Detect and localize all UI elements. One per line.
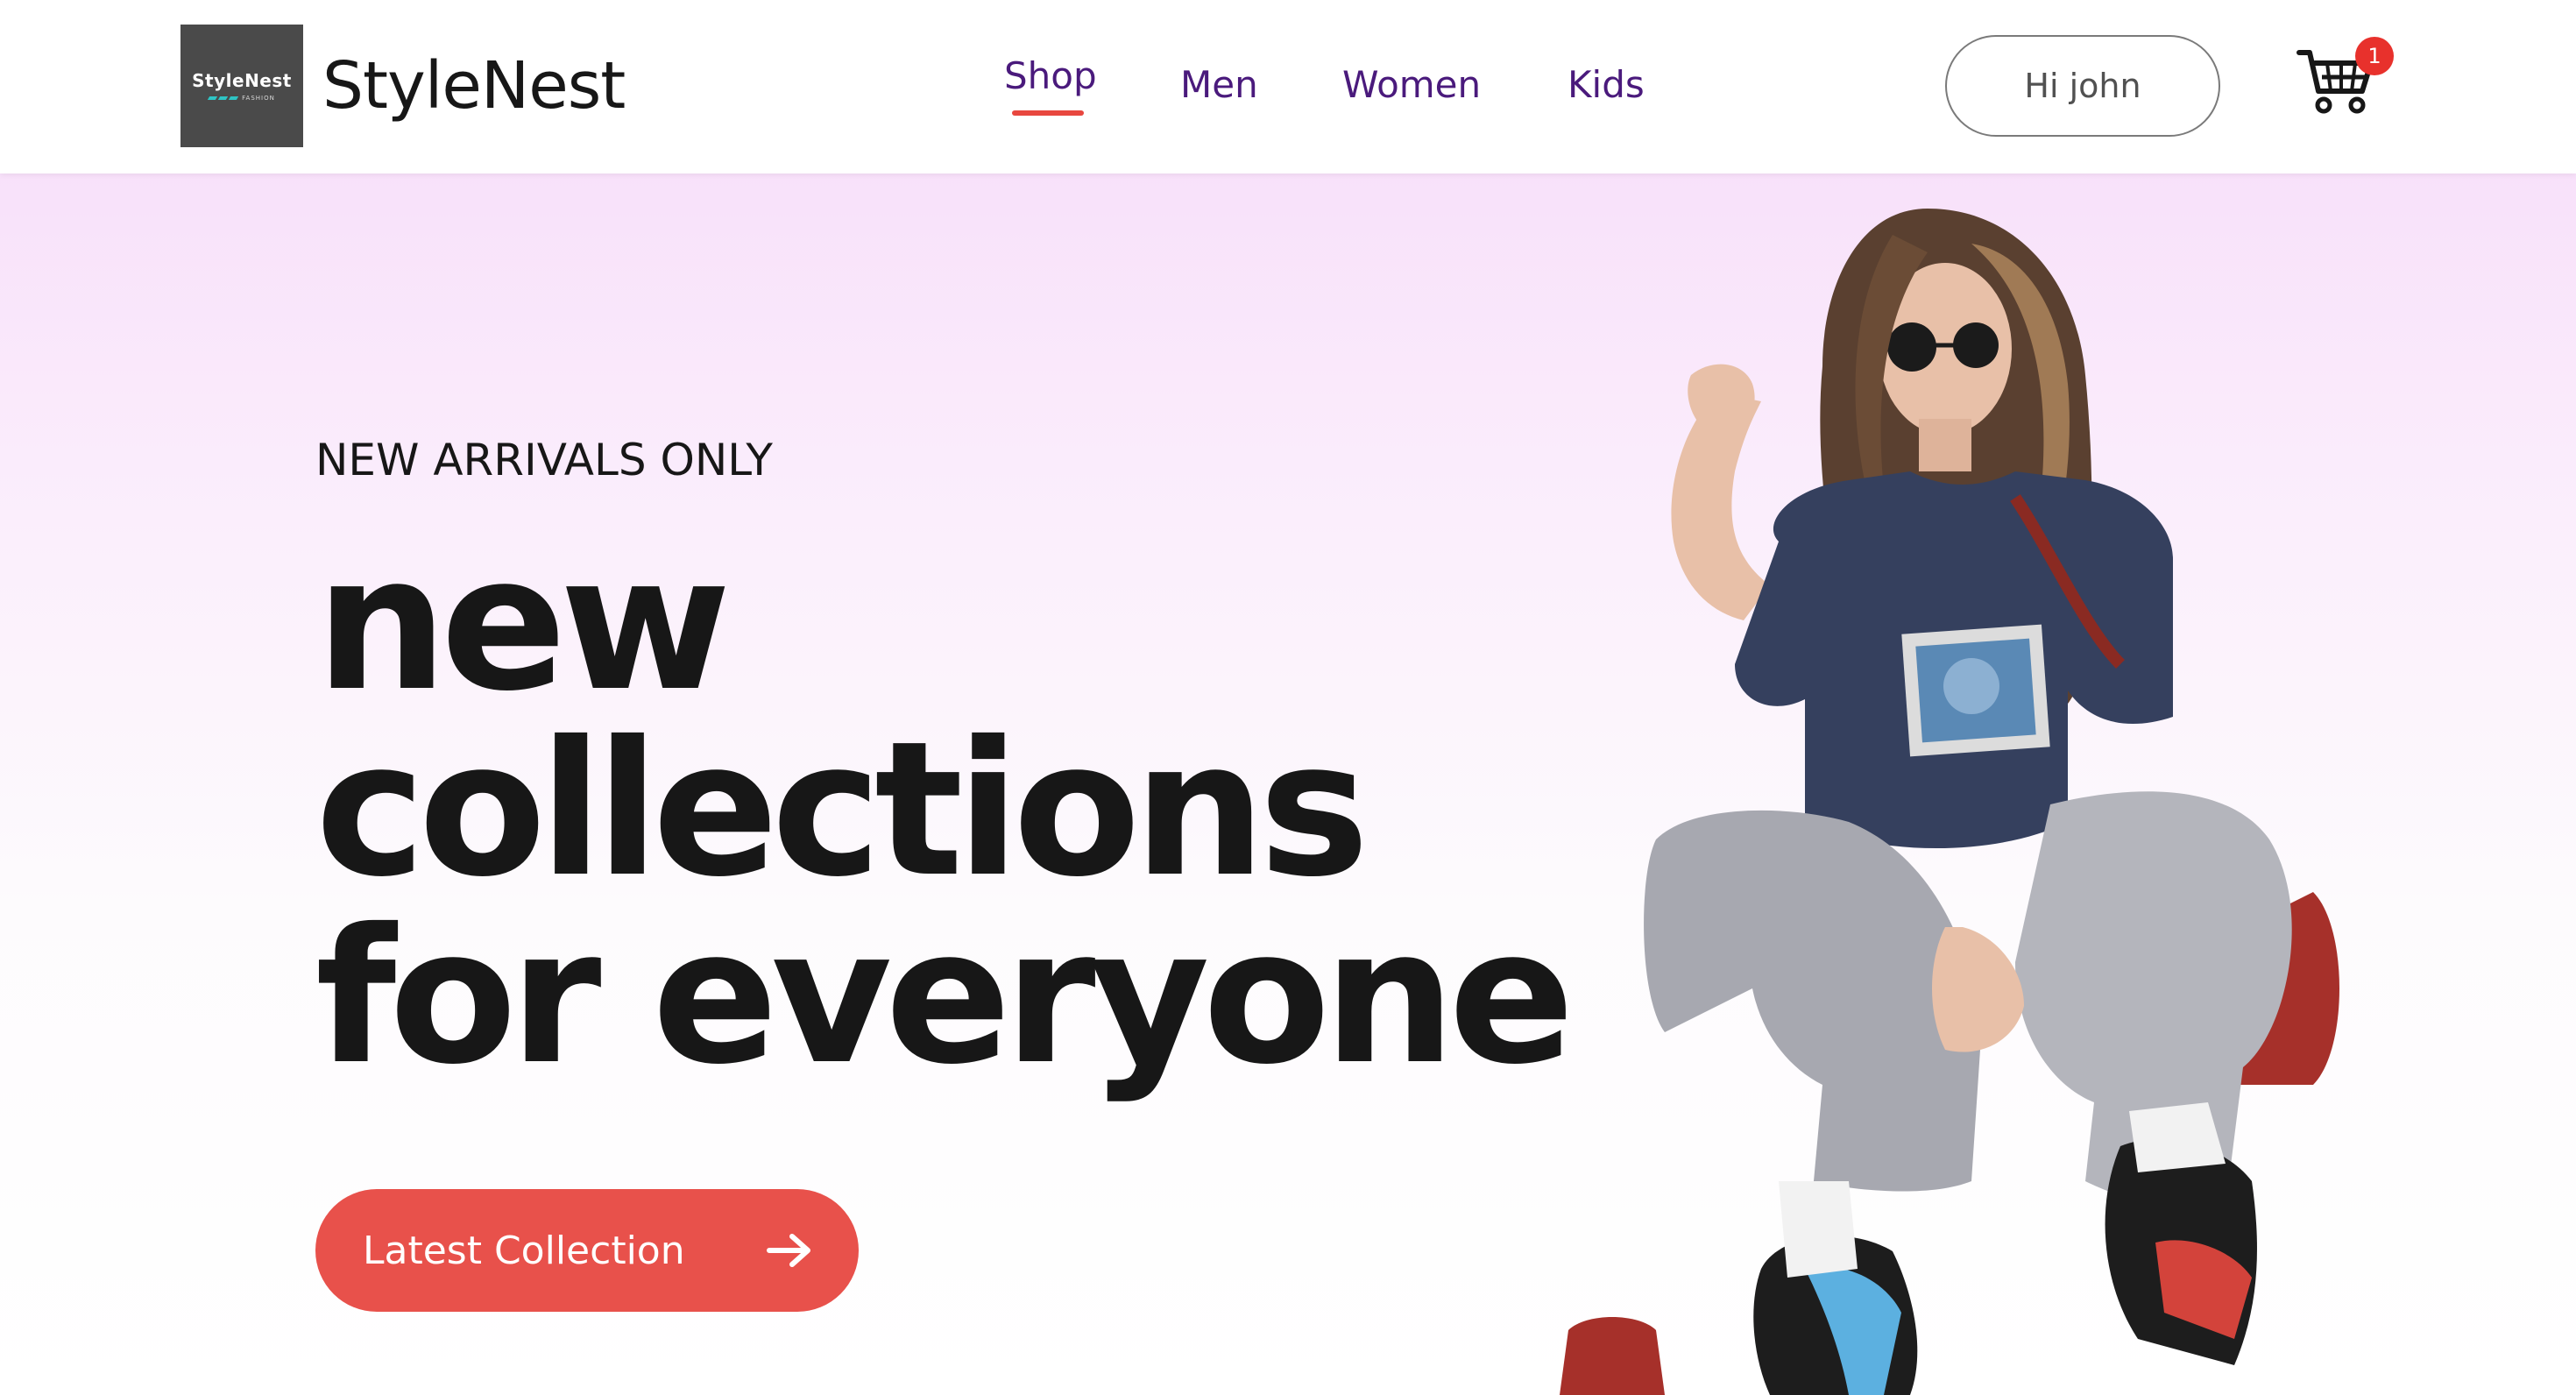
nav-active-underline [1012, 110, 1084, 116]
logo-mark-text: StyleNest [192, 70, 292, 91]
hero-tagline: NEW ARRIVALS ONLY [315, 435, 773, 485]
hero-headline-line-2: collections [315, 701, 1369, 917]
logo-mark: StyleNest FASHION [180, 25, 303, 147]
nav-item-kids[interactable]: Kids [1568, 63, 1645, 106]
navbar: StyleNest FASHION StyleNest Shop Men Wom… [0, 0, 2576, 173]
arrow-right-icon [767, 1234, 810, 1267]
hero-headline-line-1: new [315, 515, 732, 732]
brand-name: StyleNest [322, 48, 626, 124]
latest-collection-button[interactable]: Latest Collection [315, 1189, 859, 1312]
logo-mark-tag: FASHION [242, 95, 275, 102]
hero-section: NEW ARRIVALS ONLY new collections for ev… [0, 173, 2576, 1395]
nav-item-shop[interactable]: Shop [1004, 54, 1097, 97]
login-button[interactable]: Hi john [1945, 35, 2220, 137]
brand-logo[interactable]: StyleNest FASHION StyleNest [180, 25, 626, 147]
nav-item-men[interactable]: Men [1180, 63, 1258, 106]
hero-headline-line-3: for everyone [315, 889, 1575, 1105]
logo-stripes [207, 96, 239, 100]
latest-collection-label: Latest Collection [363, 1228, 685, 1273]
hero-model-image [1560, 209, 2339, 1395]
cart-count-badge: 1 [2355, 37, 2394, 75]
logo-mark-sub: FASHION [207, 95, 275, 102]
nav-item-women[interactable]: Women [1342, 63, 1481, 106]
